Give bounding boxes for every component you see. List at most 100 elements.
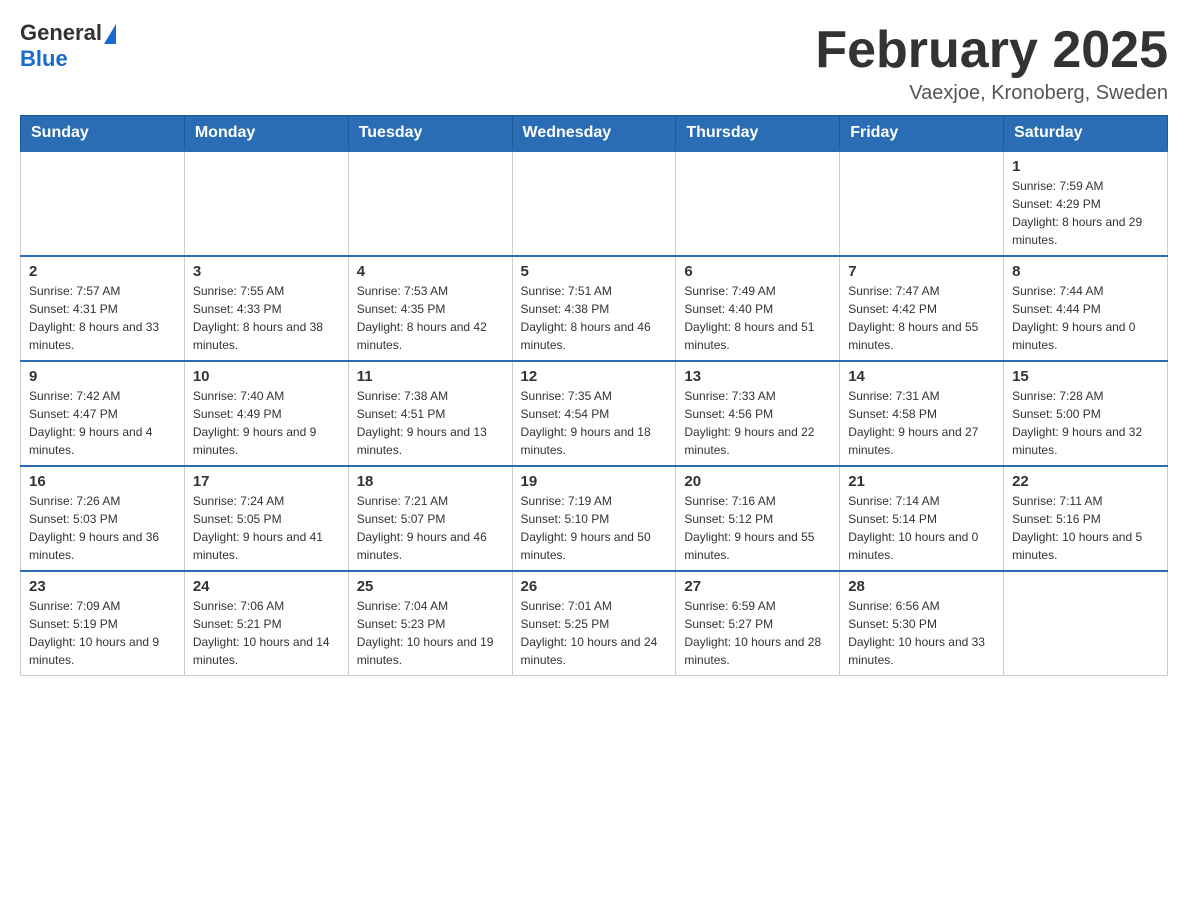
weekday-header-wednesday: Wednesday (512, 116, 676, 152)
logo-triangle-icon (104, 24, 116, 44)
day-number: 18 (357, 473, 504, 490)
day-info: Sunrise: 6:59 AMSunset: 5:27 PMDaylight:… (684, 597, 831, 669)
calendar-cell: 5 Sunrise: 7:51 AMSunset: 4:38 PMDaylight… (512, 256, 676, 361)
day-number: 16 (29, 473, 176, 490)
calendar-cell (184, 151, 348, 256)
day-info: Sunrise: 7:44 AMSunset: 4:44 PMDaylight:… (1012, 282, 1159, 354)
calendar-week-row: 2 Sunrise: 7:57 AMSunset: 4:31 PMDaylight… (21, 256, 1168, 361)
calendar-cell: 24 Sunrise: 7:06 AMSunset: 5:21 PMDayligh… (184, 571, 348, 676)
day-number: 6 (684, 263, 831, 280)
calendar-cell: 1 Sunrise: 7:59 AMSunset: 4:29 PMDaylight… (1004, 151, 1168, 256)
calendar-cell: 28 Sunrise: 6:56 AMSunset: 5:30 PMDayligh… (840, 571, 1004, 676)
calendar-cell: 18 Sunrise: 7:21 AMSunset: 5:07 PMDayligh… (348, 466, 512, 571)
day-number: 8 (1012, 263, 1159, 280)
day-number: 7 (848, 263, 995, 280)
calendar-cell (512, 151, 676, 256)
calendar-cell: 8 Sunrise: 7:44 AMSunset: 4:44 PMDaylight… (1004, 256, 1168, 361)
day-number: 22 (1012, 473, 1159, 490)
day-number: 25 (357, 578, 504, 595)
day-info: Sunrise: 7:33 AMSunset: 4:56 PMDaylight:… (684, 387, 831, 459)
calendar-cell (348, 151, 512, 256)
calendar-cell: 13 Sunrise: 7:33 AMSunset: 4:56 PMDayligh… (676, 361, 840, 466)
day-info: Sunrise: 7:51 AMSunset: 4:38 PMDaylight:… (521, 282, 668, 354)
day-info: Sunrise: 7:09 AMSunset: 5:19 PMDaylight:… (29, 597, 176, 669)
day-info: Sunrise: 7:26 AMSunset: 5:03 PMDaylight:… (29, 492, 176, 564)
day-info: Sunrise: 7:38 AMSunset: 4:51 PMDaylight:… (357, 387, 504, 459)
weekday-header-monday: Monday (184, 116, 348, 152)
day-number: 21 (848, 473, 995, 490)
day-number: 24 (193, 578, 340, 595)
weekday-header-saturday: Saturday (1004, 116, 1168, 152)
calendar-cell: 26 Sunrise: 7:01 AMSunset: 5:25 PMDayligh… (512, 571, 676, 676)
calendar-cell: 10 Sunrise: 7:40 AMSunset: 4:49 PMDayligh… (184, 361, 348, 466)
calendar-cell (1004, 571, 1168, 676)
day-info: Sunrise: 7:19 AMSunset: 5:10 PMDaylight:… (521, 492, 668, 564)
day-info: Sunrise: 7:04 AMSunset: 5:23 PMDaylight:… (357, 597, 504, 669)
calendar-cell: 20 Sunrise: 7:16 AMSunset: 5:12 PMDayligh… (676, 466, 840, 571)
weekday-header-friday: Friday (840, 116, 1004, 152)
calendar-cell: 4Sunrise: 7:53 AMSunset: 4:35 PMDaylight… (348, 256, 512, 361)
day-info: Sunrise: 6:56 AMSunset: 5:30 PMDaylight:… (848, 597, 995, 669)
day-number: 26 (521, 578, 668, 595)
day-info: Sunrise: 7:42 AMSunset: 4:47 PMDaylight:… (29, 387, 176, 459)
calendar-cell: 7 Sunrise: 7:47 AMSunset: 4:42 PMDaylight… (840, 256, 1004, 361)
calendar-cell: 2 Sunrise: 7:57 AMSunset: 4:31 PMDaylight… (21, 256, 185, 361)
day-number: 11 (357, 368, 504, 385)
calendar-cell: 25 Sunrise: 7:04 AMSunset: 5:23 PMDayligh… (348, 571, 512, 676)
title-block: February 2025 Vaexjoe, Kronoberg, Sweden (815, 20, 1168, 105)
day-number: 20 (684, 473, 831, 490)
day-number: 10 (193, 368, 340, 385)
day-number: 9 (29, 368, 176, 385)
logo-blue-text: Blue (20, 46, 68, 72)
day-info: Sunrise: 7:59 AMSunset: 4:29 PMDaylight:… (1012, 177, 1159, 249)
calendar-cell: 21 Sunrise: 7:14 AMSunset: 5:14 PMDayligh… (840, 466, 1004, 571)
calendar-cell (840, 151, 1004, 256)
day-number: 17 (193, 473, 340, 490)
calendar-week-row: 23 Sunrise: 7:09 AMSunset: 5:19 PMDayligh… (21, 571, 1168, 676)
day-info: Sunrise: 7:49 AMSunset: 4:40 PMDaylight:… (684, 282, 831, 354)
day-info: Sunrise: 7:24 AMSunset: 5:05 PMDaylight:… (193, 492, 340, 564)
calendar-subtitle: Vaexjoe, Kronoberg, Sweden (815, 82, 1168, 105)
day-number: 2 (29, 263, 176, 280)
day-number: 28 (848, 578, 995, 595)
calendar-week-row: 16 Sunrise: 7:26 AMSunset: 5:03 PMDayligh… (21, 466, 1168, 571)
day-info: Sunrise: 7:40 AMSunset: 4:49 PMDaylight:… (193, 387, 340, 459)
calendar-week-row: 1 Sunrise: 7:59 AMSunset: 4:29 PMDaylight… (21, 151, 1168, 256)
day-number: 1 (1012, 158, 1159, 175)
day-info: Sunrise: 7:47 AMSunset: 4:42 PMDaylight:… (848, 282, 995, 354)
calendar-cell: 27Sunrise: 6:59 AMSunset: 5:27 PMDayligh… (676, 571, 840, 676)
calendar-week-row: 9 Sunrise: 7:42 AMSunset: 4:47 PMDaylight… (21, 361, 1168, 466)
day-number: 15 (1012, 368, 1159, 385)
day-info: Sunrise: 7:16 AMSunset: 5:12 PMDaylight:… (684, 492, 831, 564)
day-info: Sunrise: 7:21 AMSunset: 5:07 PMDaylight:… (357, 492, 504, 564)
day-info: Sunrise: 7:06 AMSunset: 5:21 PMDaylight:… (193, 597, 340, 669)
day-number: 13 (684, 368, 831, 385)
day-number: 14 (848, 368, 995, 385)
day-info: Sunrise: 7:57 AMSunset: 4:31 PMDaylight:… (29, 282, 176, 354)
calendar-cell (676, 151, 840, 256)
calendar-table: SundayMondayTuesdayWednesdayThursdayFrid… (20, 115, 1168, 676)
day-info: Sunrise: 7:55 AMSunset: 4:33 PMDaylight:… (193, 282, 340, 354)
day-number: 5 (521, 263, 668, 280)
day-number: 12 (521, 368, 668, 385)
calendar-cell: 19Sunrise: 7:19 AMSunset: 5:10 PMDayligh… (512, 466, 676, 571)
day-info: Sunrise: 7:11 AMSunset: 5:16 PMDaylight:… (1012, 492, 1159, 564)
calendar-cell: 16 Sunrise: 7:26 AMSunset: 5:03 PMDayligh… (21, 466, 185, 571)
calendar-cell (21, 151, 185, 256)
day-info: Sunrise: 7:53 AMSunset: 4:35 PMDaylight:… (357, 282, 504, 354)
day-info: Sunrise: 7:31 AMSunset: 4:58 PMDaylight:… (848, 387, 995, 459)
day-number: 3 (193, 263, 340, 280)
calendar-cell: 11 Sunrise: 7:38 AMSunset: 4:51 PMDayligh… (348, 361, 512, 466)
calendar-cell: 17 Sunrise: 7:24 AMSunset: 5:05 PMDayligh… (184, 466, 348, 571)
day-number: 23 (29, 578, 176, 595)
logo-general-text: General (20, 20, 102, 46)
logo: General Blue (20, 20, 116, 72)
calendar-cell: 6 Sunrise: 7:49 AMSunset: 4:40 PMDaylight… (676, 256, 840, 361)
day-info: Sunrise: 7:35 AMSunset: 4:54 PMDaylight:… (521, 387, 668, 459)
calendar-title: February 2025 (815, 20, 1168, 80)
day-info: Sunrise: 7:14 AMSunset: 5:14 PMDaylight:… (848, 492, 995, 564)
weekday-header-row: SundayMondayTuesdayWednesdayThursdayFrid… (21, 116, 1168, 152)
calendar-cell: 9 Sunrise: 7:42 AMSunset: 4:47 PMDaylight… (21, 361, 185, 466)
weekday-header-thursday: Thursday (676, 116, 840, 152)
day-info: Sunrise: 7:01 AMSunset: 5:25 PMDaylight:… (521, 597, 668, 669)
